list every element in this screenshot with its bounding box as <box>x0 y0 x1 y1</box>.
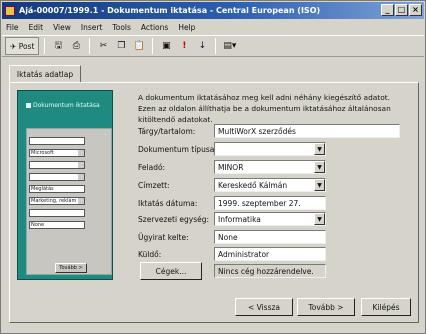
instructions-text: A dokumentum iktatásához meg kell adni n… <box>138 93 391 124</box>
chevron-down-icon[interactable]: ▼ <box>314 161 325 173</box>
app-icon <box>5 5 15 16</box>
illustration-form: Microsoft Meglátás Marketing, reklám Non… <box>26 128 112 275</box>
tipus-select[interactable]: ▼ <box>214 142 326 156</box>
save-icon[interactable]: 🖫 <box>50 37 66 55</box>
kelte-label: Ügyirat kelte: <box>138 233 189 242</box>
cegek-value: Nincs cég hozzárendelve. <box>214 264 326 278</box>
menu-insert[interactable]: Insert <box>81 23 103 32</box>
post-label: Post <box>18 41 35 51</box>
options-icon[interactable]: ▤▾ <box>221 37 238 55</box>
tab-iktatas-adatlap[interactable]: Iktatás adatlap <box>9 65 81 83</box>
felado-label: Feladó: <box>138 163 166 172</box>
menu-tools[interactable]: Tools <box>112 23 130 32</box>
maximize-button[interactable]: □ <box>395 4 408 16</box>
targy-label: Tárgy/tartalom: <box>138 127 196 136</box>
kuldo-input[interactable]: Administrator <box>214 247 326 261</box>
datum-input[interactable]: 1999. szeptember 27. <box>214 196 326 210</box>
close-button[interactable]: × <box>409 4 422 16</box>
egyseg-label: Szervezeti egység: <box>138 215 210 224</box>
datum-label: Iktatás dátuma: <box>138 199 198 208</box>
menu-actions[interactable]: Actions <box>141 23 168 32</box>
illustration-field: Marketing, reklám <box>29 197 85 205</box>
illustration-field: None <box>29 221 85 229</box>
kuldo-label: Küldő: <box>138 250 162 259</box>
cegek-button[interactable]: Cégek... <box>140 262 202 280</box>
targy-input[interactable]: MultiWorX szerződés <box>214 124 400 138</box>
illustration-field: Microsoft <box>29 149 85 157</box>
tipus-label: Dokumentum típusa: <box>138 145 217 154</box>
menu-help[interactable]: Help <box>178 23 195 32</box>
application-window: Ajá-00007/1999.1 - Dokumentum iktatása -… <box>0 0 426 334</box>
cimzett-label: Címzett: <box>138 181 170 190</box>
back-button[interactable]: < Vissza <box>235 298 293 316</box>
post-button[interactable]: ✈ Post <box>5 37 40 55</box>
post-icon: ✈ <box>10 41 17 51</box>
menu-file[interactable]: File <box>6 23 19 32</box>
menu-bar: File Edit View Insert Tools Actions Help <box>2 20 424 34</box>
kelte-input[interactable]: None <box>214 230 326 244</box>
menu-view[interactable]: View <box>53 23 71 32</box>
illustration-field: Meglátás <box>29 185 85 193</box>
chevron-down-icon[interactable]: ▼ <box>314 179 325 191</box>
exit-button[interactable]: Kilépés <box>361 298 411 316</box>
importance-high-icon[interactable]: ! <box>176 37 192 55</box>
cut-icon[interactable]: ✂ <box>95 37 111 55</box>
illustration-field <box>29 209 85 217</box>
copy-icon[interactable]: ❐ <box>113 37 129 55</box>
illustration-field <box>29 161 85 169</box>
arrow-icon <box>26 103 31 108</box>
chevron-down-icon[interactable]: ▼ <box>314 213 325 225</box>
menu-edit[interactable]: Edit <box>29 23 44 32</box>
illustration-title: Dokumentum iktatása <box>26 102 100 109</box>
illustration-next-button: Tovább > <box>55 263 87 273</box>
attach-icon[interactable]: ▣ <box>158 37 174 55</box>
next-button[interactable]: Tovább > <box>297 298 355 316</box>
window-title: Ajá-00007/1999.1 - Dokumentum iktatása -… <box>19 6 321 15</box>
illustration-field <box>29 173 85 181</box>
illustration-field <box>29 137 85 145</box>
toolbar: ✈ Post 🖫 ⎙ ✂ ❐ 📋 ▣ ! ↓ ▤▾ <box>2 35 424 57</box>
minimize-button[interactable]: _ <box>381 4 394 16</box>
title-bar: Ajá-00007/1999.1 - Dokumentum iktatása -… <box>2 2 424 19</box>
paste-icon[interactable]: 📋 <box>131 37 147 55</box>
importance-low-icon[interactable]: ↓ <box>194 37 210 55</box>
egyseg-select[interactable]: Informatika ▼ <box>214 212 326 226</box>
cimzett-select[interactable]: Kereskedő Kálmán ▼ <box>214 178 326 192</box>
felado-select[interactable]: MINOR ▼ <box>214 160 326 174</box>
print-icon[interactable]: ⎙ <box>68 37 84 55</box>
chevron-down-icon[interactable]: ▼ <box>314 143 325 155</box>
wizard-illustration: Dokumentum iktatása Microsoft Meglátás M… <box>17 90 113 280</box>
